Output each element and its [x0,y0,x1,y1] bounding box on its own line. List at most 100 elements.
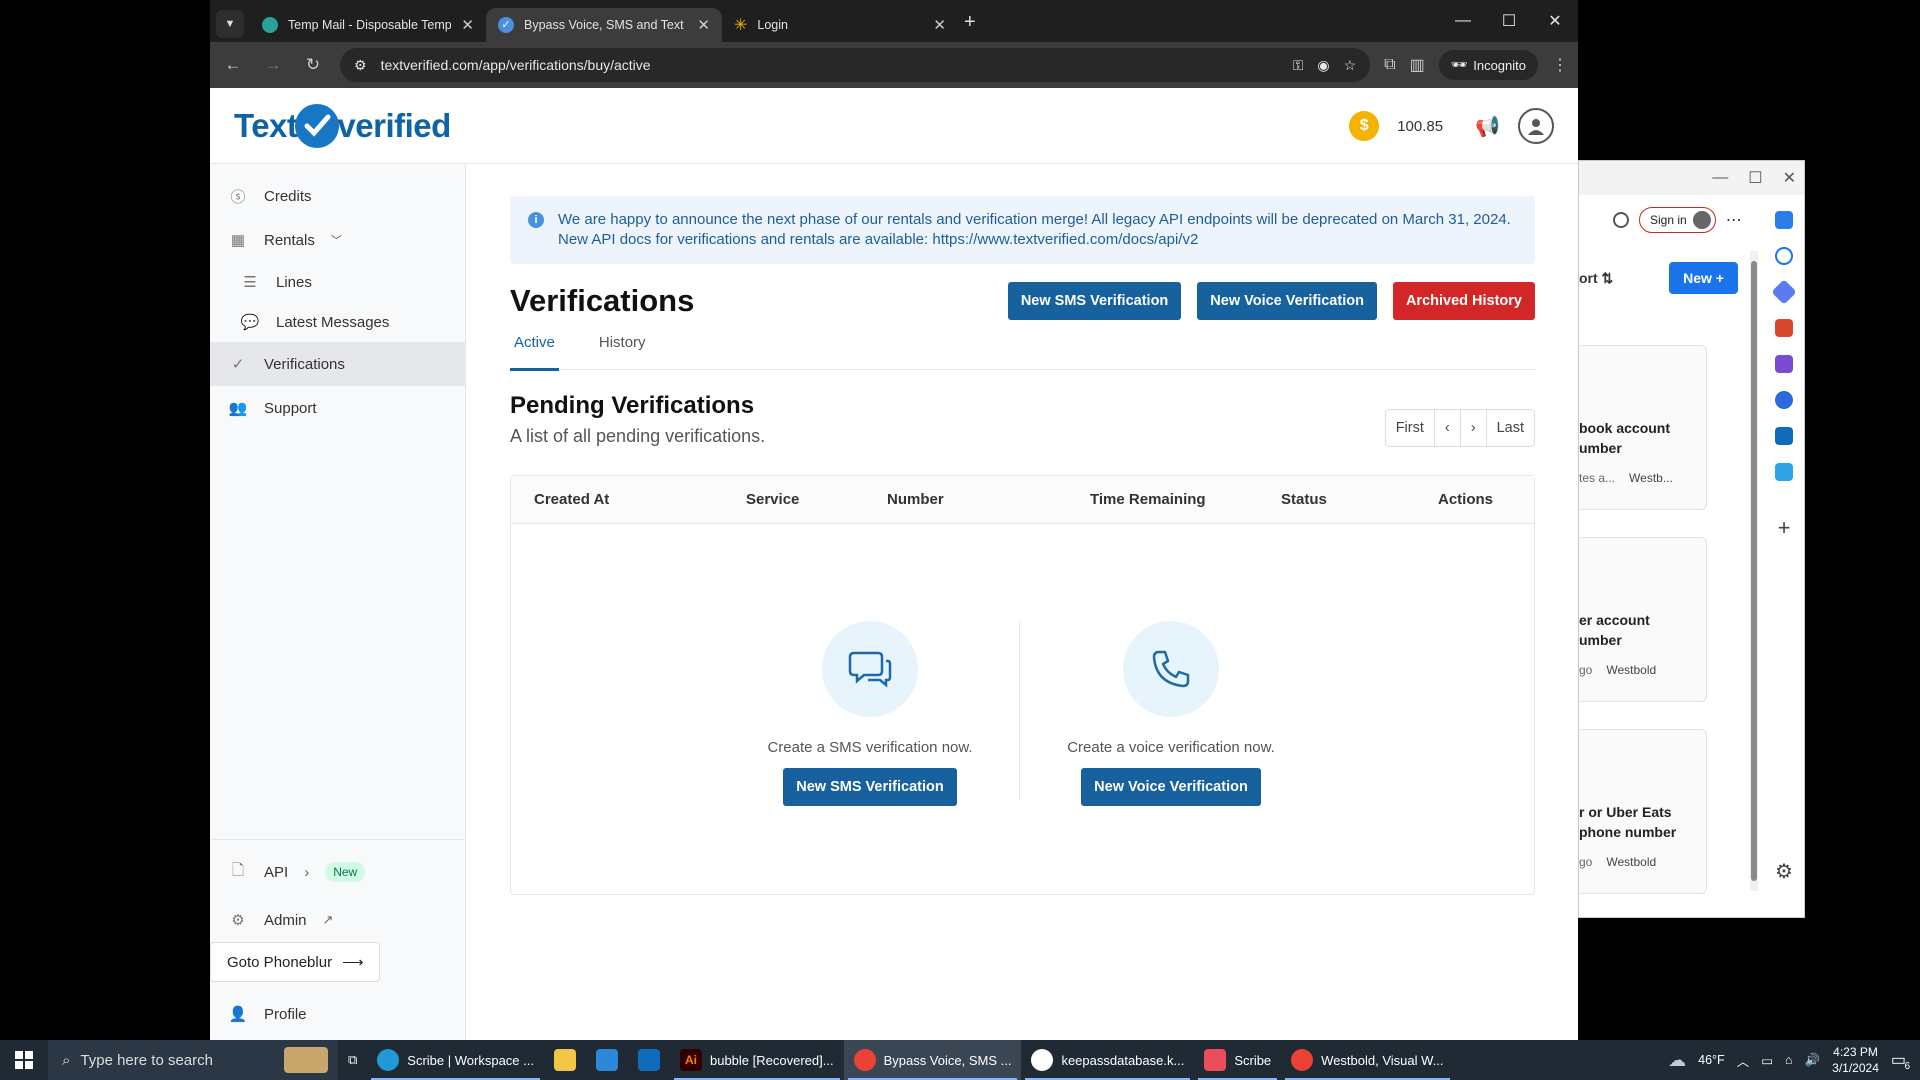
taskbar-app-chrome-current[interactable]: Bypass Voice, SMS ... [843,1040,1022,1080]
add-icon[interactable]: + [1778,515,1791,541]
m365-icon[interactable] [1775,391,1793,409]
sidebar-item-api[interactable]: 🗋 API › New [210,850,465,894]
chess-icon[interactable] [1775,355,1793,373]
dollar-circle-icon: ⓢ [230,188,246,206]
tab-search-dropdown-icon[interactable]: ▼ [216,10,244,38]
network-icon[interactable]: ⌂ [1785,1053,1793,1067]
new-voice-verification-button[interactable]: New Voice Verification [1197,282,1377,320]
close-tab-icon[interactable]: ✕ [697,16,710,34]
browser-tab-active[interactable]: ✓ Bypass Voice, SMS and Text Ver ✕ [486,8,722,42]
last-page-button[interactable]: Last [1487,410,1534,446]
bg-card[interactable]: r or Uber Eats phone number go Westbold [1579,729,1707,894]
tab-history[interactable]: History [595,334,650,370]
signin-button[interactable]: Sign in [1639,207,1716,233]
sidebar-item-latest-messages[interactable]: 💬 Latest Messages [210,302,465,342]
goto-phoneblur-button[interactable]: Goto Phoneblur ⟶ [210,942,380,982]
sidebar-item-verifications[interactable]: ✓ Verifications [210,342,465,386]
next-page-button[interactable]: › [1461,410,1487,446]
maximize-icon[interactable]: ☐ [1748,168,1762,188]
send-icon[interactable] [1775,463,1793,481]
bg-card[interactable]: book account umber tes a... Westb... [1579,345,1707,510]
sidebar-item-label: Profile [264,1005,307,1023]
menu-kebab-icon[interactable]: ⋮ [1552,55,1568,75]
extensions-icon[interactable]: ⧉ [1384,56,1395,74]
taskbar-app-explorer[interactable] [544,1040,586,1080]
sidebar-item-admin[interactable]: ⚙ Admin ↗ [210,898,465,942]
sidebar-item-support[interactable]: 👥 Support [210,386,465,430]
textverified-logo[interactable]: Text verified [234,103,451,148]
archived-history-button[interactable]: Archived History [1392,282,1535,320]
side-panel-icon[interactable]: ▥ [1410,55,1425,75]
megaphone-icon[interactable]: 📢 [1475,114,1500,139]
login-favicon: ✳ [734,17,748,34]
clock[interactable]: 4:23 PM 3/1/2024 [1832,1044,1879,1076]
new-tab-icon[interactable]: + [964,11,976,34]
search-icon[interactable] [1775,247,1793,265]
minimize-icon[interactable]: — [1712,169,1728,187]
sort-button[interactable]: ort ⇅ [1579,270,1613,287]
bookmark-star-icon[interactable]: ☆ [1344,57,1357,74]
close-tab-icon[interactable]: ✕ [933,16,946,34]
taskbar-app-scribe[interactable]: Scribe [1194,1040,1281,1080]
alert-link-text[interactable]: New API docs for verifications and renta… [558,230,1517,250]
first-page-button[interactable]: First [1386,410,1435,446]
site-info-icon[interactable]: ⚙ [354,57,367,74]
back-icon[interactable]: ← [220,55,246,75]
taskbar-app-keepass[interactable]: keepassdatabase.k... [1021,1040,1194,1080]
task-view-icon[interactable]: ⧉ [338,1040,367,1080]
close-icon[interactable]: ✕ [1783,168,1796,188]
chevron-up-icon[interactable]: ︿ [1737,1051,1750,1070]
new-voice-verification-button[interactable]: New Voice Verification [1081,768,1261,806]
gear-icon[interactable]: ⚙ [1775,859,1793,884]
outlook-icon[interactable] [1775,427,1793,445]
scribe-icon [1204,1049,1227,1071]
phone-icon [1123,621,1219,717]
volume-icon[interactable]: 🔊 [1805,1053,1821,1068]
close-icon[interactable]: ✕ [1532,0,1578,42]
taskbar-search-input[interactable]: ⌕ Type here to search [48,1040,338,1080]
scrollbar-thumb[interactable] [1751,261,1757,881]
meet-now-icon[interactable]: ▭ [1761,1053,1773,1068]
bg-card[interactable]: er account umber go Westbold [1579,537,1707,702]
minimize-icon[interactable]: — [1440,0,1486,42]
eye-off-icon[interactable]: ◉ [1317,57,1329,74]
tab-active[interactable]: Active [510,334,559,371]
column-header: Created At [534,491,610,508]
edge-icon [377,1049,400,1071]
close-tab-icon[interactable]: ✕ [461,16,474,34]
browser-tab[interactable]: Temp Mail - Disposable Tempor ✕ [250,8,486,42]
sidebar-item-lines[interactable]: ☰ Lines [210,262,465,302]
new-sms-verification-button[interactable]: New SMS Verification [1007,282,1182,320]
new-sms-verification-button[interactable]: New SMS Verification [783,768,957,806]
new-badge: New [325,862,366,882]
copilot-icon[interactable] [1775,211,1793,229]
extensions-icon[interactable] [1613,212,1629,228]
bg-new-button[interactable]: New + [1669,262,1738,294]
briefcase-icon[interactable] [1775,319,1793,337]
weather-text[interactable]: 46°F [1698,1053,1725,1067]
forward-icon[interactable]: → [260,55,286,75]
taskbar-app-illustrator[interactable]: Ai bubble [Recovered]... [670,1040,844,1080]
sidebar-item-profile[interactable]: 👤 Profile [210,992,465,1036]
sidebar-item-credits[interactable]: ⓢ Credits [210,174,465,218]
incognito-badge[interactable]: 🕶 Incognito [1438,50,1538,80]
taskbar-app-edge[interactable]: Scribe | Workspace ... [367,1040,544,1080]
prev-page-button[interactable]: ‹ [1435,410,1461,446]
taskbar-app-mail[interactable] [628,1040,670,1080]
reload-icon[interactable]: ↻ [300,55,326,75]
browser-tab[interactable]: ✳ Login ✕ [722,8,958,42]
taskbar-app-chrome-westbold[interactable]: Westbold, Visual W... [1281,1040,1453,1080]
password-key-icon[interactable]: ⚿ [1293,57,1304,74]
omnibox[interactable]: ⚙ textverified.com/app/verifications/buy… [340,48,1371,82]
more-icon[interactable]: ⋯ [1726,210,1742,230]
notifications-icon[interactable]: ▭ 6 [1891,1050,1910,1072]
tag-icon[interactable] [1771,279,1797,305]
user-avatar-icon[interactable] [1518,108,1554,144]
taskbar-app-store[interactable] [586,1040,628,1080]
url-text[interactable]: textverified.com/app/verifications/buy/a… [381,57,1279,73]
scrollbar[interactable] [1750,251,1758,891]
maximize-icon[interactable]: ☐ [1486,0,1532,42]
arrow-right-icon: ⟶ [342,954,364,971]
sidebar-item-rentals[interactable]: ▦ Rentals ﹀ [210,218,465,262]
windows-start-icon[interactable] [0,1040,48,1080]
